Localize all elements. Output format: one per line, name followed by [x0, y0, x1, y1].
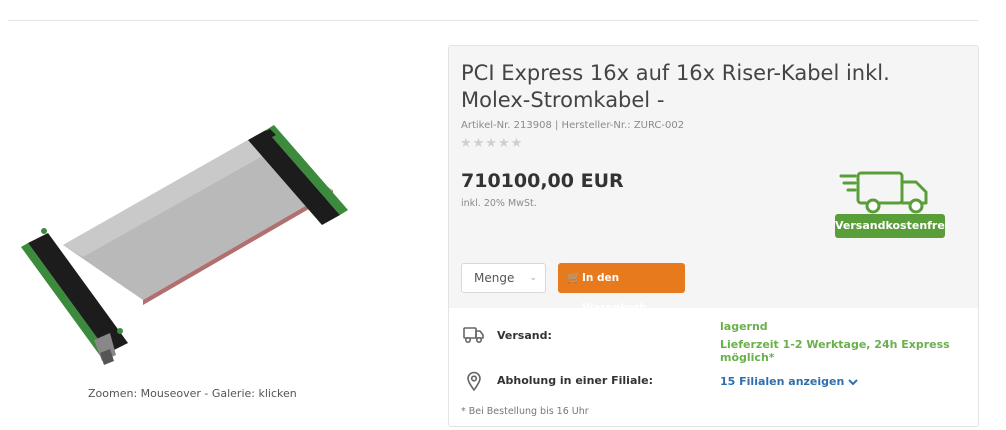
add-to-cart-label: In den Warenkorb: [582, 272, 647, 314]
show-stores-link[interactable]: 15 Filialen anzeigen: [720, 375, 858, 388]
rating-stars[interactable]: ★★★★★: [460, 136, 523, 151]
chevron-down-icon: [848, 379, 858, 386]
show-stores-label: 15 Filialen anzeigen: [720, 375, 845, 388]
pickup-label: Abholung in einer Filiale:: [497, 374, 653, 387]
location-pin-icon: [467, 371, 481, 391]
product-gallery: Zoomen: Mouseover - Galerie: klicken: [0, 45, 440, 425]
delivery-time: Lieferzeit 1-2 Werktage, 24h Express mög…: [720, 338, 950, 364]
truck-icon: [463, 327, 484, 344]
stock-status: lagernd: [720, 320, 768, 333]
product-meta: Artikel-Nr. 213908 | Hersteller-Nr.: ZUR…: [461, 120, 685, 131]
free-shipping-badge: Versandkostenfrei: [834, 170, 949, 240]
chevron-down-icon: ⌄: [529, 273, 537, 283]
buy-box: PCI Express 16x auf 16x Riser-Kabel inkl…: [448, 45, 979, 427]
product-image[interactable]: [18, 85, 348, 375]
quantity-select[interactable]: Menge ⌄: [461, 263, 546, 293]
delivery-footnote: * Bei Bestellung bis 16 Uhr: [461, 406, 589, 417]
top-divider: [8, 20, 978, 21]
free-shipping-label: Versandkostenfrei: [835, 214, 949, 238]
tax-note: inkl. 20% MwSt.: [461, 198, 537, 209]
product-price: 710100,00 EUR: [461, 170, 624, 192]
cart-icon: 🛒: [567, 271, 581, 284]
quantity-label: Menge: [474, 271, 515, 285]
zoom-hint: Zoomen: Mouseover - Galerie: klicken: [88, 387, 297, 400]
shipping-label: Versand:: [497, 329, 552, 342]
product-title: PCI Express 16x auf 16x Riser-Kabel inkl…: [461, 61, 890, 112]
add-to-cart-button[interactable]: 🛒 In den Warenkorb: [558, 263, 685, 314]
delivery-truck-icon: [839, 171, 928, 214]
